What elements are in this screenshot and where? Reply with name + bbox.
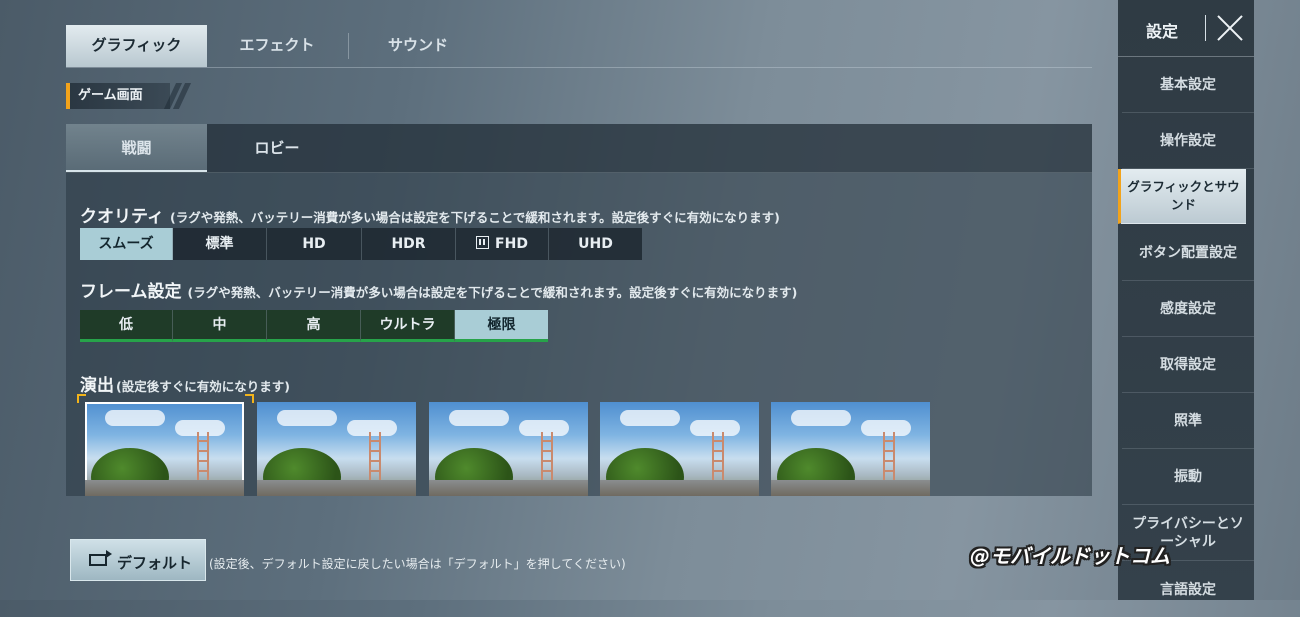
cloud-image: [105, 410, 165, 426]
effect-thumbnail[interactable]: [257, 402, 416, 496]
effects-label: 演出: [80, 376, 114, 396]
cloud-image: [449, 410, 509, 426]
close-icon[interactable]: [1216, 14, 1244, 42]
default-button-label: デフォルト: [117, 554, 193, 572]
selection-corner: [245, 394, 254, 403]
sidebar-item-controls[interactable]: 操作設定: [1122, 114, 1254, 169]
effects-note: (設定後すぐに有効になります): [116, 379, 290, 394]
effect-thumbnail[interactable]: [85, 402, 244, 496]
pause-icon: [476, 236, 490, 249]
ground-image: [600, 480, 759, 496]
quality-option-fhd-label: FHD: [495, 236, 528, 252]
tab-lobby[interactable]: ロビー: [207, 124, 347, 172]
frame-note: (ラグや発熱、バッテリー消費が多い場合は設定を下げることで緩和されます。設定後す…: [187, 285, 798, 300]
quality-option-hd[interactable]: HD: [267, 228, 362, 260]
section-header: ゲーム画面: [66, 83, 192, 109]
sidebar-header: 設定: [1118, 0, 1254, 57]
settings-sidebar: 設定 基本設定 操作設定 グラフィックとサウンド ボタン配置設定 感度設定 取得…: [1118, 0, 1254, 600]
sidebar-header-divider: [1205, 15, 1206, 41]
quality-note: (ラグや発熱、バッテリー消費が多い場合は設定を下げることで緩和されます。設定後す…: [169, 210, 780, 225]
effect-thumbnail[interactable]: [600, 402, 759, 496]
sidebar-item-button-layout[interactable]: ボタン配置設定: [1122, 226, 1254, 281]
sidebar-item-graphics-sound[interactable]: グラフィックとサウンド: [1118, 169, 1246, 224]
frame-title: フレーム設定 (ラグや発熱、バッテリー消費が多い場合は設定を下げることで緩和されま…: [80, 277, 797, 302]
tab-battle[interactable]: 戦闘: [66, 124, 207, 172]
effect-thumbnail[interactable]: [771, 402, 930, 496]
frame-selector: 低 中 高 ウルトラ 極限: [80, 310, 548, 342]
frame-option-medium[interactable]: 中: [173, 310, 267, 342]
settings-panel: 戦闘 ロビー クオリティ (ラグや発熱、バッテリー消費が多い場合は設定を下げること…: [66, 124, 1092, 496]
effects-title: 演出 (設定後すぐに有効になります): [80, 371, 290, 396]
default-button[interactable]: デフォルト: [70, 539, 206, 581]
frame-option-high[interactable]: 高: [267, 310, 361, 342]
default-note: (設定後、デフォルト設定に戻したい場合は「デフォルト」を押してください): [209, 557, 626, 571]
quality-selector: スムーズ 標準 HD HDR FHD UHD: [80, 228, 642, 260]
repeat-icon: [89, 550, 112, 566]
section-title: ゲーム画面: [70, 83, 170, 109]
sidebar-item-sensitivity[interactable]: 感度設定: [1122, 282, 1254, 337]
tab-sound[interactable]: サウンド: [348, 25, 488, 67]
cloud-image: [277, 410, 337, 426]
quality-option-hdr[interactable]: HDR: [362, 228, 456, 260]
tab-graphics[interactable]: グラフィック: [66, 25, 207, 67]
frame-label: フレーム設定: [80, 282, 182, 302]
ground-image: [429, 480, 588, 496]
sidebar-item-language[interactable]: 言語設定: [1122, 562, 1254, 617]
quality-option-fhd[interactable]: FHD: [456, 228, 549, 260]
cloud-image: [791, 410, 851, 426]
frame-option-low[interactable]: 低: [80, 310, 173, 342]
top-tab-bar: グラフィック エフェクト サウンド: [66, 25, 1092, 68]
frame-option-ultra[interactable]: ウルトラ: [361, 310, 455, 342]
ground-image: [257, 480, 416, 496]
ground-image: [771, 480, 930, 496]
frame-option-extreme[interactable]: 極限: [455, 310, 548, 342]
sidebar-item-basic[interactable]: 基本設定: [1122, 58, 1254, 113]
cloud-image: [620, 410, 680, 426]
sidebar-item-vibration[interactable]: 振動: [1122, 450, 1254, 505]
sub-tab-bar: 戦闘 ロビー: [66, 124, 1092, 173]
quality-option-smooth[interactable]: スムーズ: [80, 228, 173, 260]
selection-corner: [77, 394, 86, 403]
ground-image: [85, 480, 244, 496]
quality-title: クオリティ (ラグや発熱、バッテリー消費が多い場合は設定を下げることで緩和されます…: [80, 202, 780, 227]
effect-thumbnail[interactable]: [429, 402, 588, 496]
sidebar-title: 設定: [1146, 22, 1179, 41]
quality-label: クオリティ: [80, 207, 164, 227]
quality-option-uhd[interactable]: UHD: [549, 228, 642, 260]
tab-effects[interactable]: エフェクト: [207, 25, 347, 67]
watermark: @モバイルドットコム: [970, 544, 1170, 568]
sidebar-item-pickup[interactable]: 取得設定: [1122, 338, 1254, 393]
quality-option-standard[interactable]: 標準: [173, 228, 267, 260]
sidebar-item-aim[interactable]: 照準: [1122, 394, 1254, 449]
